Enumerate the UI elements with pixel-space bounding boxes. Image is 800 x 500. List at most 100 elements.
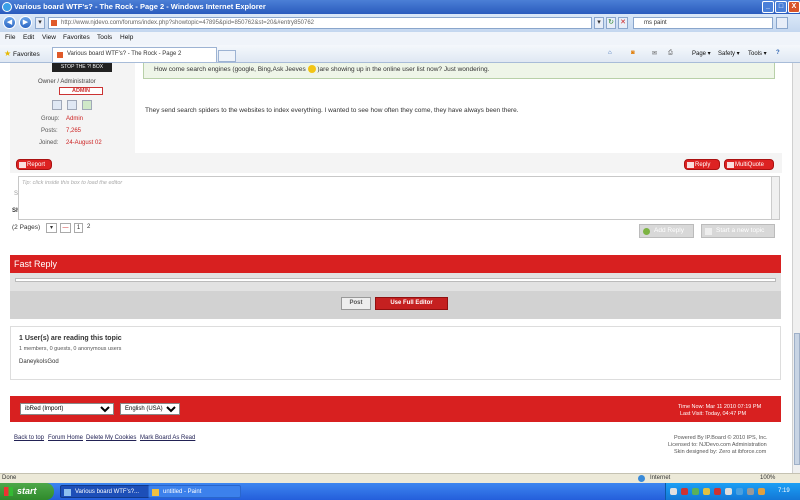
task-paint[interactable]: untitled - Paint	[148, 485, 241, 498]
scrollbar-thumb[interactable]	[794, 333, 800, 465]
tab-page-icon	[57, 52, 63, 58]
search-input[interactable]: ms paint	[633, 17, 773, 29]
full-editor-button[interactable]: Use Full Editor	[375, 297, 448, 310]
skin-select[interactable]: ibRed (Import)	[20, 403, 114, 415]
fast-reply-panel: Post Use Full Editor	[10, 273, 781, 319]
reply-box-scrollbar[interactable]	[771, 177, 779, 219]
quote-text: How come search engines (google, Bing,As…	[154, 66, 306, 73]
user-banner: STOP THE ?! BOX	[52, 63, 112, 72]
feeds-icon[interactable]: ◙	[631, 50, 635, 56]
page-next-link[interactable]: 2	[87, 224, 90, 230]
minimize-button[interactable]: _	[762, 1, 774, 13]
paint-task-icon	[152, 489, 159, 496]
powered-by: Powered By IP.Board © 2010 IPS, Inc.	[674, 435, 768, 441]
admin-badge: ADMIN	[59, 87, 103, 95]
tray-icon-6[interactable]	[725, 488, 732, 495]
safety-menu[interactable]: Safety ▾	[718, 50, 740, 57]
home-icon[interactable]: ⌂	[608, 50, 612, 56]
post-button[interactable]: Post	[341, 297, 371, 310]
start-label: start	[17, 486, 37, 496]
windows-flag-icon	[4, 487, 13, 496]
tray-icon-1[interactable]	[670, 488, 677, 495]
page-jump-dropdown[interactable]: ▾	[46, 223, 57, 233]
star-icon: ★	[4, 49, 12, 58]
start-button[interactable]: start	[0, 483, 54, 500]
volume-icon[interactable]	[758, 488, 765, 495]
reply-button[interactable]: Reply	[684, 159, 720, 170]
tray-icon-8[interactable]	[747, 488, 754, 495]
zoom-level[interactable]: 100%	[760, 474, 775, 483]
address-row: ◀ ▶ ▾ http://www.njdevo.com/forums/index…	[0, 14, 800, 32]
page-prev-button[interactable]: —	[60, 223, 71, 233]
forward-arrow-icon[interactable]: ▶	[19, 16, 32, 29]
forum-home-link[interactable]: Forum Home	[48, 435, 83, 441]
skin-designer: Skin designed by: Zero at ibforce.com	[674, 449, 767, 455]
fast-reply-input[interactable]	[15, 278, 776, 282]
report-button[interactable]: Report	[16, 159, 52, 170]
tray-icon-7[interactable]	[736, 488, 743, 495]
multiquote-label: MultiQuote	[735, 162, 765, 168]
menu-view[interactable]: View	[42, 34, 56, 41]
menu-favorites[interactable]: Favorites	[63, 34, 90, 41]
multiquote-icon	[727, 162, 734, 168]
favorites-label: Favorites	[12, 51, 40, 58]
page-scrollbar[interactable]	[792, 63, 800, 473]
smiley-icon	[307, 65, 316, 74]
pm-icon[interactable]	[67, 100, 77, 110]
back-to-top-link[interactable]: Back to top	[14, 435, 44, 441]
favorites-button[interactable]: ★ Favorites	[4, 49, 40, 58]
task-ie[interactable]: Various board WTF's?...	[60, 485, 153, 498]
stop-icon[interactable]: ✕	[618, 17, 628, 29]
page-menu[interactable]: Page ▾	[692, 50, 711, 57]
add-reply-button[interactable]: Add Reply	[639, 224, 694, 238]
refresh-icon[interactable]: ↻	[606, 17, 616, 29]
menu-help[interactable]: Help	[120, 34, 133, 41]
profile-icon[interactable]	[52, 100, 62, 110]
print-icon[interactable]: ⎙	[668, 50, 673, 57]
quote-text-end: )are showing up in the online user list …	[317, 66, 490, 73]
address-dropdown-icon[interactable]: ▾	[594, 17, 604, 29]
mark-read-link[interactable]: Mark Board As Read	[140, 435, 195, 441]
help-icon[interactable]: ?	[776, 50, 780, 56]
tab-active[interactable]: Various board WTF's? - The Rock - Page 2	[52, 47, 217, 62]
start-topic-button[interactable]: Start a new topic	[701, 224, 775, 238]
user-link[interactable]: DaneykoIsGod	[19, 359, 59, 365]
window-title: Various board WTF's? - The Rock - Page 2…	[14, 2, 266, 11]
reply-label: Reply	[695, 162, 711, 168]
menu-edit[interactable]: Edit	[23, 34, 34, 41]
tray-icon-2[interactable]	[681, 488, 688, 495]
users-subtitle: 1 members, 0 guests, 0 anonymous users	[19, 346, 122, 352]
reply-box[interactable]: Tip: click inside this box to load the e…	[18, 176, 780, 220]
task-paint-label: untitled - Paint	[163, 489, 202, 495]
status-bar: Done Internet 100%	[0, 473, 800, 483]
close-button[interactable]: X	[788, 1, 800, 13]
contact-icon[interactable]	[82, 100, 92, 110]
clock: 7:19 PM	[778, 488, 790, 494]
tray-icon-4[interactable]	[703, 488, 710, 495]
address-bar[interactable]: http://www.njdevo.com/forums/index.php?s…	[48, 17, 592, 29]
tray-icon-5[interactable]	[714, 488, 721, 495]
start-topic-label: Start a new topic	[716, 227, 765, 234]
delete-cookies-link[interactable]: Delete My Cookies	[86, 435, 136, 441]
zone-text: Internet	[650, 475, 671, 481]
joined-label: Joined:	[39, 140, 59, 146]
multiquote-button[interactable]: MultiQuote	[724, 159, 774, 170]
mail-icon[interactable]: ✉	[652, 50, 657, 57]
menu-file[interactable]: File	[5, 34, 15, 41]
maximize-button[interactable]: □	[775, 1, 787, 13]
nav-dropdown-icon[interactable]: ▾	[35, 17, 45, 29]
language-select[interactable]: English (USA)	[120, 403, 180, 415]
posts-label: Posts:	[41, 128, 58, 134]
reply-icon	[687, 162, 694, 168]
reply-box-placeholder: Tip: click inside this box to load the e…	[22, 180, 123, 186]
search-icon[interactable]	[776, 17, 788, 29]
back-arrow-icon[interactable]: ◀	[3, 16, 16, 29]
new-tab-button[interactable]	[218, 50, 236, 62]
tools-menu[interactable]: Tools ▾	[748, 50, 767, 57]
licensed-to: Licensed to: NJDevo.com Administration	[668, 442, 767, 448]
group-value: Admin	[66, 116, 84, 122]
menu-tools[interactable]: Tools	[97, 34, 112, 41]
tray-icon-3[interactable]	[692, 488, 699, 495]
system-tray: 7:19 PM	[665, 483, 800, 500]
task-ie-label: Various board WTF's?...	[75, 489, 140, 495]
